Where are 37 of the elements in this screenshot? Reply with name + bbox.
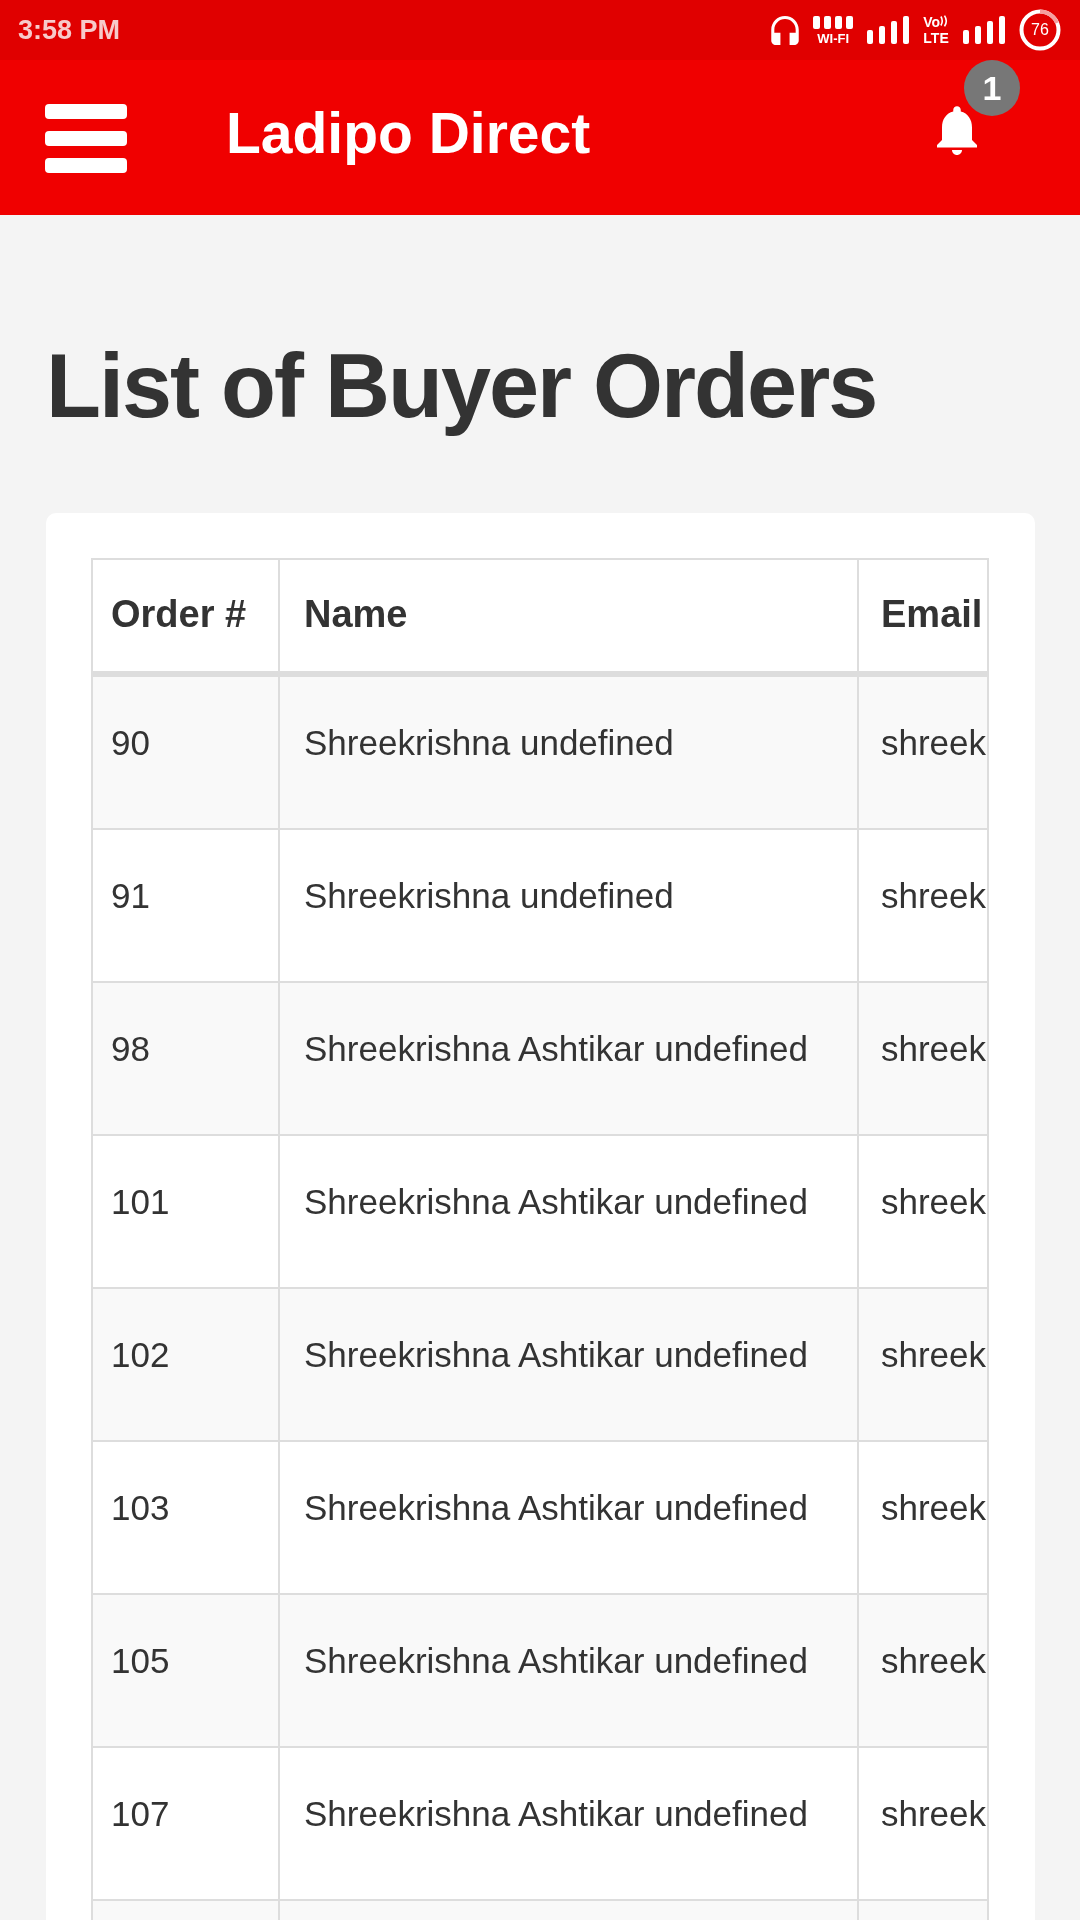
bell-icon[interactable] [937, 106, 977, 155]
battery-ring-icon [1019, 9, 1061, 51]
table-cell: shreek [859, 1595, 987, 1748]
wifi-label: WI-FI [817, 31, 849, 45]
table-cell: 98 [93, 983, 280, 1136]
table-cell: shreek [859, 677, 987, 830]
column-header: Name [280, 560, 859, 677]
table-cell: Shreekrishna Ashtikar undefined [280, 1136, 859, 1289]
table-cell: 90 [93, 677, 280, 830]
headphones-icon [771, 15, 800, 45]
table-cell: Shreekrishna Ashtikar undefined [280, 1442, 859, 1595]
notification-badge: 1 [964, 60, 1020, 116]
table-cell: 103 [93, 1442, 280, 1595]
signal-wave-icon [940, 15, 949, 27]
table-cell: 107 [93, 1748, 280, 1901]
table-cell: 101 [93, 1136, 280, 1289]
wifi-bars-icon [813, 15, 854, 29]
table-cell: Shreekrishna Ashtikar undefined [280, 983, 859, 1136]
table-cell: Shreekrishna Ashtikar undefined [280, 1595, 859, 1748]
table-cell: Shreekrishna undefined [280, 830, 859, 983]
signal-bars-icon [963, 16, 1005, 44]
column-header: Order # [93, 560, 280, 677]
table-cell: shreek [859, 1289, 987, 1442]
table-cell: 102 [93, 1289, 280, 1442]
signal-bars-icon [867, 16, 910, 44]
table-cell: Shreekrishna undefined [280, 677, 859, 830]
table-cell: Shreekrishna Ashtikar undefined [280, 1289, 859, 1442]
table-cell: 105 [93, 1595, 280, 1748]
table-cell: 91 [93, 830, 280, 983]
table-cell: shreek [859, 983, 987, 1136]
menu-icon[interactable] [45, 104, 127, 173]
table-cell: Shreekrishna Ashtikar undefined [280, 1748, 859, 1901]
status-time: 3:58 PM [18, 14, 121, 46]
network-label: Vo [923, 15, 940, 29]
battery-level-text: 76 [1031, 22, 1049, 38]
page-heading: List of Buyer Orders [46, 335, 878, 438]
network-label: LTE [923, 31, 949, 45]
